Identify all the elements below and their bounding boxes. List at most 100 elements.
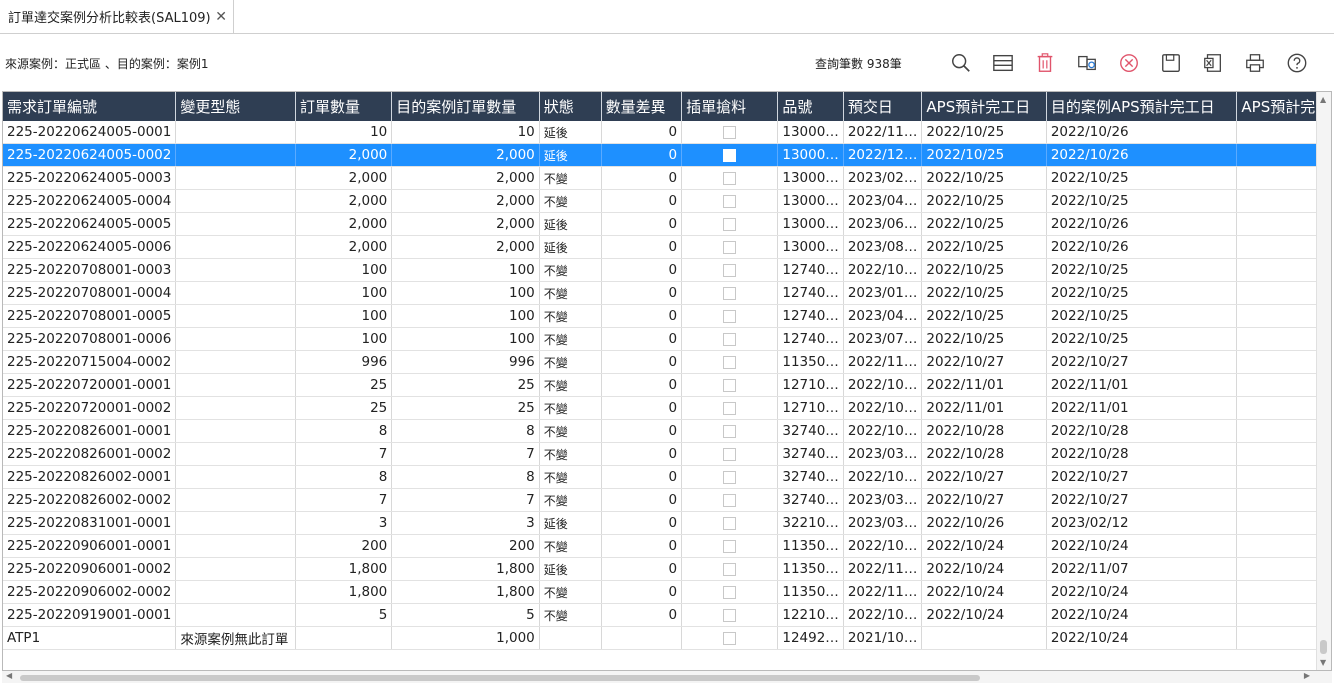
horizontal-scroll-thumb[interactable]: [20, 675, 980, 681]
table-row[interactable]: 225-20220826001-0002 7 7 不變 0 32740… 2023/03… 2…: [3, 442, 1331, 466]
rush-order-checkbox[interactable]: [723, 286, 737, 300]
table-row[interactable]: 225-20220826001-0001 8 8 不變 0 32740… 2022/10… 2…: [3, 419, 1331, 443]
table-row[interactable]: 225-20220624005-0006 2,000 2,000 延後 0 13000… 2…: [3, 235, 1331, 259]
col-header[interactable]: 目的案例APS預計完工日: [1046, 92, 1238, 121]
target-qty-cell: 100: [391, 258, 540, 282]
col-header[interactable]: 品號: [777, 92, 844, 121]
table-row[interactable]: 225-20220831001-0001 3 3 延後 0 32210… 2023/03… 2…: [3, 511, 1331, 535]
col-header[interactable]: APS預計完工日: [921, 92, 1047, 121]
target-aps-cell: 2022/10/25: [1046, 258, 1238, 282]
rush-order-cell: [681, 465, 779, 489]
print-icon[interactable]: [1243, 51, 1267, 75]
col-header[interactable]: 數量差異: [601, 92, 683, 121]
rush-order-checkbox[interactable]: [723, 217, 737, 231]
table-row[interactable]: 225-20220826002-0001 8 8 不變 0 32740… 2022/10… 2…: [3, 465, 1331, 489]
vertical-scrollbar[interactable]: ▲ ▼: [1316, 92, 1331, 670]
rush-order-checkbox[interactable]: [723, 447, 737, 461]
rush-order-checkbox[interactable]: [723, 608, 737, 622]
col-header[interactable]: 插單搶料: [681, 92, 779, 121]
col-header[interactable]: 狀態: [539, 92, 602, 121]
rush-order-checkbox[interactable]: [723, 631, 737, 645]
table-row[interactable]: 225-20220919001-0001 5 5 不變 0 12210… 2022/10… 2…: [3, 603, 1331, 627]
col-header[interactable]: 預交日: [843, 92, 923, 121]
rush-order-checkbox[interactable]: [723, 263, 737, 277]
rush-order-checkbox[interactable]: [723, 539, 737, 553]
target-qty-cell: 2,000: [391, 143, 540, 167]
table-row[interactable]: 225-20220708001-0005 100 100 不變 0 12740… 2023/…: [3, 304, 1331, 328]
table-row[interactable]: 225-20220708001-0004 100 100 不變 0 12740… 2023/…: [3, 281, 1331, 305]
col-header[interactable]: 需求訂單編號: [3, 92, 177, 121]
target-qty-cell: 996: [391, 350, 540, 374]
scroll-down-icon[interactable]: ▼: [1320, 658, 1326, 667]
target-qty-cell: 7: [391, 488, 540, 512]
rush-order-checkbox[interactable]: [723, 516, 737, 530]
table-row[interactable]: 225-20220624005-0003 2,000 2,000 不變 0 13000… 2…: [3, 166, 1331, 190]
rush-order-checkbox[interactable]: [723, 148, 737, 162]
rush-order-checkbox[interactable]: [723, 240, 737, 254]
scroll-left-icon[interactable]: ◀: [6, 671, 12, 680]
scroll-right-icon[interactable]: ▶: [1304, 671, 1310, 680]
table-row[interactable]: 225-20220624005-0001 10 10 延後 0 13000… 2022/11…: [3, 121, 1331, 144]
horizontal-scrollbar[interactable]: ◀ ▶: [2, 671, 1332, 683]
aps-cell: 2022/10/24: [921, 580, 1047, 604]
help-icon[interactable]: [1285, 51, 1309, 75]
table-row[interactable]: 225-20220624005-0005 2,000 2,000 延後 0 13000… 2…: [3, 212, 1331, 236]
qty-cell: 2,000: [295, 166, 393, 190]
table-row[interactable]: 225-20220624005-0002 2,000 2,000 延後 0 13000… 2…: [3, 143, 1331, 167]
aps-cell: [921, 626, 1047, 650]
rush-order-cell: [681, 166, 779, 190]
rush-order-checkbox[interactable]: [723, 493, 737, 507]
save-icon[interactable]: [1159, 51, 1183, 75]
list-icon[interactable]: [991, 51, 1015, 75]
table-row[interactable]: 225-20220708001-0006 100 100 不變 0 12740… 2023/…: [3, 327, 1331, 351]
qty-cell: 25: [295, 396, 393, 420]
col-header[interactable]: 目的案例訂單數量: [391, 92, 540, 121]
aps-cell: 2022/10/25: [921, 189, 1047, 213]
status-cell: 不變: [539, 350, 602, 374]
compare-icon[interactable]: [1075, 51, 1099, 75]
scroll-up-icon[interactable]: ▲: [1320, 95, 1326, 104]
rush-order-checkbox[interactable]: [723, 424, 737, 438]
close-tab-icon[interactable]: ✕: [215, 9, 227, 25]
target-qty-cell: 25: [391, 396, 540, 420]
delete-icon[interactable]: [1033, 51, 1057, 75]
table-row[interactable]: 225-20220720001-0002 25 25 不變 0 12710… 2022/10…: [3, 396, 1331, 420]
rush-order-checkbox[interactable]: [723, 401, 737, 415]
rush-order-checkbox[interactable]: [723, 470, 737, 484]
tab-sal109[interactable]: 訂單達交案例分析比較表(SAL109) ✕: [0, 0, 234, 33]
table-row[interactable]: 225-20220624005-0004 2,000 2,000 不變 0 13000… 2…: [3, 189, 1331, 213]
status-cell: 不變: [539, 373, 602, 397]
id-cell: 225-20220831001-0001: [3, 511, 177, 535]
rush-order-checkbox[interactable]: [723, 378, 737, 392]
rush-order-checkbox[interactable]: [723, 562, 737, 576]
table-row[interactable]: 225-20220906001-0001 200 200 不變 0 11350… 2022/…: [3, 534, 1331, 558]
col-header[interactable]: 變更型態: [175, 92, 296, 121]
search-icon[interactable]: [949, 51, 973, 75]
item-cell: 32740…: [777, 442, 844, 466]
table-row[interactable]: 225-20220708001-0003 100 100 不變 0 12740… 2022/…: [3, 258, 1331, 282]
diff-cell: 0: [601, 258, 683, 282]
excel-icon[interactable]: [1201, 51, 1225, 75]
table-row[interactable]: 225-20220906002-0002 1,800 1,800 不變 0 11350… 2…: [3, 580, 1331, 604]
target-qty-cell: 100: [391, 304, 540, 328]
rush-order-checkbox[interactable]: [723, 309, 737, 323]
aps-cell: 2022/10/28: [921, 419, 1047, 443]
rush-order-checkbox[interactable]: [723, 125, 737, 139]
vertical-scroll-thumb[interactable]: [1320, 640, 1327, 654]
col-header[interactable]: 訂單數量: [295, 92, 393, 121]
item-cell: 11350…: [777, 534, 844, 558]
cancel-icon[interactable]: [1117, 51, 1141, 75]
target-aps-cell: 2023/02/12: [1046, 511, 1238, 535]
table-row[interactable]: 225-20220720001-0001 25 25 不變 0 12710… 2022/10…: [3, 373, 1331, 397]
rush-order-checkbox[interactable]: [723, 585, 737, 599]
target-aps-cell: 2022/10/25: [1046, 327, 1238, 351]
table-row[interactable]: 225-20220826002-0002 7 7 不變 0 32740… 2023/03… 2…: [3, 488, 1331, 512]
type-cell: [175, 281, 296, 305]
table-row[interactable]: 225-20220906001-0002 1,800 1,800 延後 0 11350… 2…: [3, 557, 1331, 581]
table-row[interactable]: 225-20220715004-0002 996 996 不變 0 11350… 2022/…: [3, 350, 1331, 374]
rush-order-checkbox[interactable]: [723, 194, 737, 208]
rush-order-checkbox[interactable]: [723, 332, 737, 346]
rush-order-checkbox[interactable]: [723, 171, 737, 185]
rush-order-checkbox[interactable]: [723, 355, 737, 369]
table-row[interactable]: ATP1 來源案例無此訂單 1,000 12492… 2021/10… 2022/10/2…: [3, 626, 1331, 650]
